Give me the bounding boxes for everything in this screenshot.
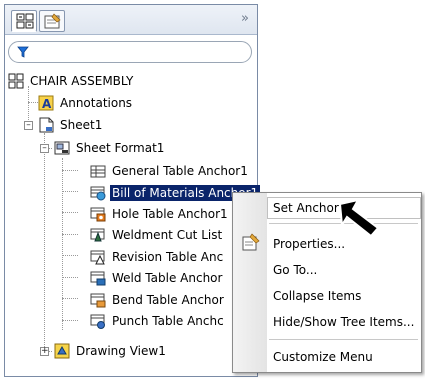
tree-item-annotations[interactable]: A Annotations: [38, 94, 134, 111]
tree-connector: [62, 320, 78, 321]
expand-icon[interactable]: +: [40, 347, 49, 356]
tree-item-label: General Table Anchor1: [112, 163, 248, 178]
tree-connector: [62, 277, 78, 278]
weld-anchor-icon: [90, 271, 106, 285]
filter-field[interactable]: [8, 41, 252, 63]
tree-item-label: Weld Table Anchor: [112, 270, 223, 285]
tree-item-sheet-format[interactable]: Sheet Format1: [54, 139, 166, 156]
tree-connector: [62, 298, 78, 299]
menu-item-collapse-items[interactable]: Collapse Items: [267, 285, 421, 307]
tree-item-anchor[interactable]: General Table Anchor1: [90, 162, 250, 179]
sheet-icon: [39, 117, 54, 132]
revision-anchor-icon: [90, 250, 105, 264]
drawing-view-icon: [54, 343, 70, 358]
menu-separator: [269, 339, 418, 340]
property-manager-icon: [44, 13, 61, 29]
tree-item-label: Punch Table Anchc: [112, 313, 224, 328]
properties-icon: [242, 233, 260, 251]
tree-connector: [62, 170, 78, 171]
tab-property-manager[interactable]: [39, 10, 65, 32]
double-chevron-icon[interactable]: »: [241, 11, 249, 26]
menu-item-customize-menu[interactable]: Customize Menu: [267, 346, 421, 368]
punch-anchor-icon: [90, 314, 105, 329]
filter-icon: [17, 46, 29, 58]
bend-anchor-icon: [90, 293, 106, 307]
tree-item-anchor[interactable]: Revision Table Anc: [90, 248, 225, 265]
assembly-icon: [8, 73, 24, 88]
tree-connector: [62, 212, 78, 213]
tree-connector: [28, 86, 29, 124]
tree-item-label: Bend Table Anchor: [112, 292, 224, 307]
annotations-icon: A: [38, 95, 54, 111]
tree-item-label: CHAIR ASSEMBLY: [30, 73, 134, 88]
hole-table-anchor-icon: [90, 207, 106, 221]
context-menu: Set Anchor Properties... Go To... Collap…: [232, 192, 422, 373]
tree-connector: [62, 255, 78, 256]
tab-feature-tree[interactable]: [11, 10, 37, 32]
menu-item-hide-show-tree-items[interactable]: Hide/Show Tree Items...: [267, 311, 421, 333]
collapse-icon[interactable]: –: [24, 121, 33, 130]
svg-text:A: A: [42, 97, 52, 111]
sheet-format-icon: [54, 141, 70, 154]
tree-connector: [44, 133, 45, 353]
tree-item-drawing-view[interactable]: Drawing View1: [54, 342, 168, 359]
tree-connector: [62, 158, 63, 330]
tree-item-anchor[interactable]: Weld Table Anchor: [90, 269, 224, 286]
bom-anchor-icon: [90, 186, 106, 200]
tree-connector: [62, 191, 78, 192]
tree-item-label: Drawing View1: [76, 343, 166, 358]
tree-item-label: Hole Table Anchor1: [112, 206, 228, 221]
collapse-icon[interactable]: –: [40, 144, 49, 153]
tree-item-label: Sheet1: [60, 117, 103, 132]
arrow-cursor-icon: [338, 198, 380, 238]
menu-item-go-to[interactable]: Go To...: [267, 259, 421, 281]
tree-item-label: Weldment Cut List: [112, 227, 223, 242]
tree-item-label: Annotations: [60, 95, 133, 110]
tree-item-root[interactable]: CHAIR ASSEMBLY: [8, 72, 135, 89]
tree-item-sheet[interactable]: Sheet1: [38, 116, 104, 133]
tree-item-anchor[interactable]: Hole Table Anchor1: [90, 205, 230, 222]
menu-icon-gutter: [233, 193, 267, 372]
tree-item-anchor[interactable]: Punch Table Anchc: [90, 312, 226, 329]
panel-tabstrip: »: [5, 5, 257, 35]
weldment-anchor-icon: [90, 228, 105, 241]
tree-item-anchor[interactable]: Bend Table Anchor: [90, 291, 226, 308]
tree-item-label: Revision Table Anc: [112, 249, 224, 264]
tree-item-label: Sheet Format1: [76, 140, 165, 155]
tree-item-anchor[interactable]: Weldment Cut List: [90, 226, 224, 243]
feature-tree-icon: [16, 13, 34, 29]
tree-connector: [62, 234, 78, 235]
table-anchor-icon: [90, 165, 106, 177]
